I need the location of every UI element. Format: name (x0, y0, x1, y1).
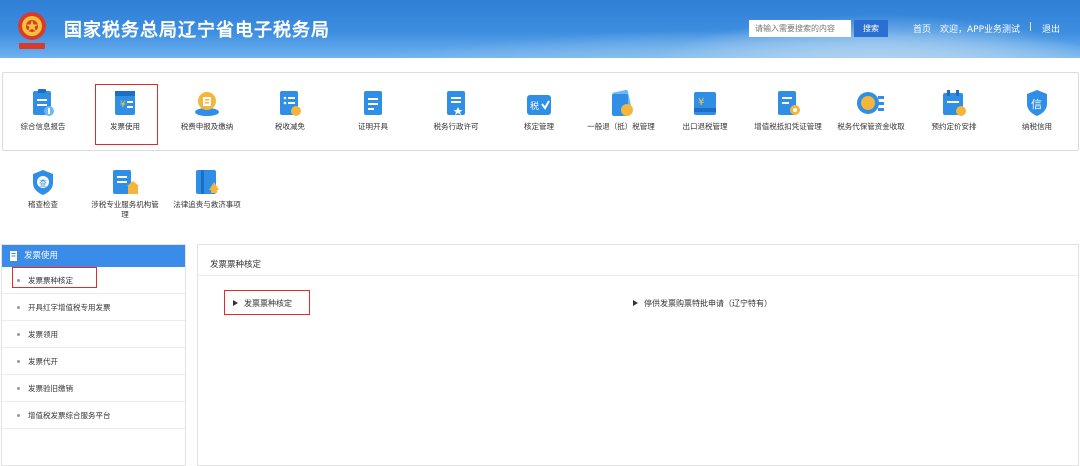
report-icon (33, 89, 54, 116)
service-admin-permit[interactable]: 税务行政许可 (419, 88, 493, 132)
site-title: 国家税务总局辽宁省电子税务局 (64, 20, 330, 41)
service-agency-icon (113, 170, 139, 194)
service-legal-relief[interactable]: 法律追责与救济事项 (170, 168, 244, 210)
sidebar-item-label: 发票代开 (28, 357, 58, 366)
bullet-icon (17, 360, 20, 363)
legal-relief-icon (196, 170, 219, 194)
service-label: 税费申报及缴纳 (180, 122, 234, 131)
page-title: 发票票种核定 (210, 260, 262, 270)
sidebar-item-label: 发票领用 (28, 330, 58, 339)
sidebar-item-invoice-verify-cancel[interactable]: 发票验旧缴销 (2, 375, 185, 402)
link-suspended-invoice-purchase[interactable]: 停供发票购票特批申请（辽宁特有） (633, 298, 772, 309)
service-agency[interactable]: 涉税专业服务机构管理 (88, 168, 162, 220)
service-tax-reduction[interactable]: 税收减免 (253, 88, 327, 132)
sidebar-title: 发票使用 (24, 251, 59, 261)
divider (198, 275, 1078, 276)
custody-fund-icon (857, 92, 884, 114)
inspection-icon: 查 (33, 170, 53, 195)
search-button[interactable]: 搜索 (854, 20, 888, 37)
export-refund-icon: ¥ (694, 92, 716, 115)
service-label: 法律追责与救济事项 (173, 200, 241, 209)
welcome-user-link[interactable]: 欢迎，APP业务测试 (940, 22, 1020, 35)
service-refund[interactable]: 一般退（抵）税管理 (584, 88, 658, 132)
service-label: 税收减免 (275, 122, 305, 131)
service-assessment[interactable]: 税 核定管理 (502, 92, 576, 132)
service-label: 证明开具 (358, 122, 388, 131)
service-certificate[interactable]: 证明开具 (336, 88, 410, 132)
refund-icon (612, 89, 633, 116)
highlight-box (224, 290, 310, 315)
triangle-right-icon (633, 300, 638, 306)
bullet-icon (17, 333, 20, 336)
national-emblem-icon (18, 12, 46, 49)
pricing-arrangement-icon (943, 90, 966, 116)
sidebar-item-vat-service-platform[interactable]: 增值税发票综合服务平台 (2, 402, 185, 429)
service-label: 涉税专业服务机构管理 (91, 200, 159, 219)
sidebar-item-label: 增值税发票综合服务平台 (28, 411, 111, 420)
svg-text:信: 信 (1031, 98, 1042, 111)
service-label: 稽查检查 (28, 200, 58, 209)
home-link[interactable]: 首页 (913, 22, 931, 35)
service-label: 综合信息报告 (20, 122, 66, 131)
nav-separator: | (1029, 22, 1033, 32)
service-declare-pay[interactable]: 税费申报及缴纳 (170, 88, 244, 132)
link-label: 停供发票购票特批申请（辽宁特有） (644, 299, 772, 308)
service-label: 纳税信用 (1022, 122, 1052, 131)
sidebar-item-invoice-receive[interactable]: 发票领用 (2, 321, 185, 348)
main-panel: 发票票种核定 发票票种核定 停供发票购票特批申请（辽宁特有） (197, 244, 1079, 466)
sidebar-item-label: 开具红字增值税专用发票 (28, 303, 111, 312)
declare-pay-icon (195, 92, 219, 116)
admin-permit-icon (447, 91, 465, 115)
site-header: 国家税务总局辽宁省电子税务局 搜索 首页 欢迎，APP业务测试 | 退出 (0, 0, 1080, 58)
vat-deduction-icon (778, 91, 800, 115)
svg-text:税: 税 (530, 100, 539, 112)
service-label: 出口退税管理 (682, 122, 728, 131)
search-input[interactable] (749, 20, 851, 37)
invoice-icon (10, 251, 17, 261)
service-credit[interactable]: 信 纳税信用 (1000, 88, 1074, 132)
sidebar-header: 发票使用 (2, 245, 185, 267)
svg-text:查: 查 (39, 178, 47, 188)
bullet-icon (17, 306, 20, 309)
service-inspection[interactable]: 查 稽查检查 (6, 168, 80, 210)
service-label: 一般退（抵）税管理 (587, 122, 655, 131)
bullet-icon (17, 387, 20, 390)
assessment-icon: 税 (527, 95, 551, 115)
service-pricing-arrangement[interactable]: 预约定价安排 (917, 88, 991, 132)
sidebar-item-red-vat-invoice[interactable]: 开具红字增值税专用发票 (2, 294, 185, 321)
logout-link[interactable]: 退出 (1042, 22, 1060, 35)
service-vat-deduction[interactable]: 增值税抵扣凭证管理 (751, 88, 825, 132)
service-label: 税务代保管资金收取 (837, 122, 905, 131)
certificate-icon (364, 91, 382, 115)
sidebar-item-label: 发票验旧缴销 (28, 384, 73, 393)
svg-text:¥: ¥ (698, 97, 704, 108)
service-label: 预约定价安排 (931, 122, 977, 131)
service-custody-fund[interactable]: 税务代保管资金收取 (834, 88, 908, 132)
sidebar-item-invoice-issue-on-behalf[interactable]: 发票代开 (2, 348, 185, 375)
service-label: 税务行政许可 (433, 122, 479, 131)
service-label: 核定管理 (524, 122, 554, 131)
tax-reduction-icon (280, 91, 301, 116)
highlight-box (12, 267, 97, 288)
service-export-refund[interactable]: ¥ 出口退税管理 (668, 88, 742, 132)
service-label: 增值税抵扣凭证管理 (754, 122, 822, 131)
bullet-icon (17, 414, 20, 417)
service-report[interactable]: 综合信息报告 (6, 88, 80, 132)
credit-icon: 信 (1027, 90, 1047, 116)
highlight-box (95, 84, 158, 145)
